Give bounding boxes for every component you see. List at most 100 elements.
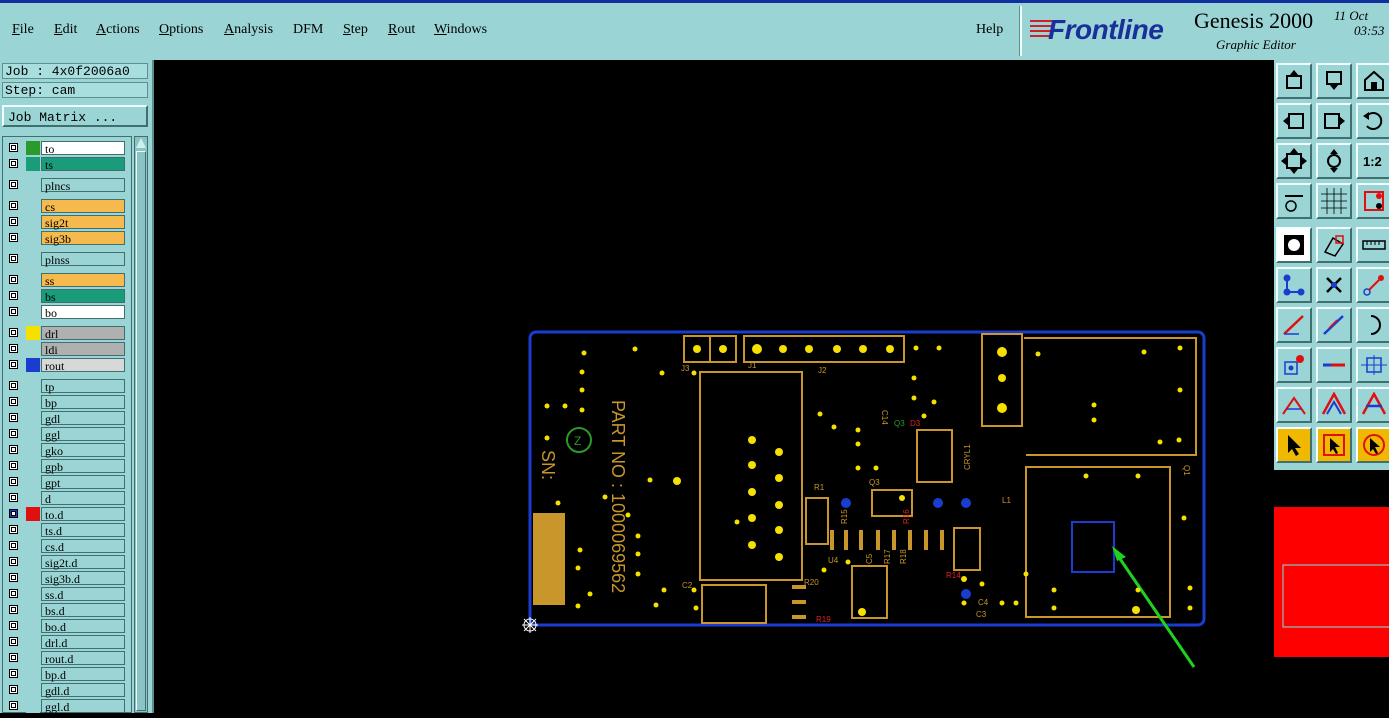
scroll-thumb[interactable] xyxy=(136,151,146,711)
layer-checkbox[interactable] xyxy=(9,159,18,168)
layer-color-swatch[interactable] xyxy=(26,395,40,409)
layer-checkbox[interactable] xyxy=(9,143,18,152)
layer-color-swatch[interactable] xyxy=(26,289,40,303)
layer-row-d[interactable]: d xyxy=(5,491,125,506)
layer-color-swatch[interactable] xyxy=(26,215,40,229)
pan-up-icon[interactable] xyxy=(1276,63,1312,99)
pointer-icon[interactable] xyxy=(1276,427,1312,463)
menu-dfm[interactable]: DFM xyxy=(293,22,323,38)
zoom-profile-icon[interactable] xyxy=(1316,143,1352,179)
menu-windows[interactable]: Windows xyxy=(434,22,487,38)
rect-icon[interactable] xyxy=(1356,347,1389,383)
layer-checkbox[interactable] xyxy=(9,525,18,534)
layer-checkbox[interactable] xyxy=(9,685,18,694)
layer-row-bp[interactable]: bp xyxy=(5,395,125,410)
layer-checkbox[interactable] xyxy=(9,217,18,226)
layer-checkbox[interactable] xyxy=(9,180,18,189)
layer-checkbox[interactable] xyxy=(9,461,18,470)
pan-right-icon[interactable] xyxy=(1316,103,1352,139)
layer-name[interactable]: bo.d xyxy=(41,619,125,634)
select-area-icon[interactable] xyxy=(1316,227,1352,263)
layer-checkbox[interactable] xyxy=(9,413,18,422)
home-icon[interactable] xyxy=(1356,63,1389,99)
overview-map[interactable] xyxy=(1274,470,1389,713)
pointer-circle-icon[interactable] xyxy=(1356,427,1389,463)
layer-checkbox[interactable] xyxy=(9,477,18,486)
zoom-fit-icon[interactable] xyxy=(1276,143,1312,179)
layer-row-gpt[interactable]: gpt xyxy=(5,475,125,490)
layer-color-swatch[interactable] xyxy=(26,555,40,569)
layer-name[interactable]: ggl xyxy=(41,427,125,442)
menu-options[interactable]: Options xyxy=(159,22,203,38)
layer-color-swatch[interactable] xyxy=(26,475,40,489)
layer-color-swatch[interactable] xyxy=(26,459,40,473)
layer-name[interactable]: gdl.d xyxy=(41,683,125,698)
layer-name[interactable]: to xyxy=(41,141,125,156)
connect-icon[interactable] xyxy=(1356,267,1389,303)
layer-name[interactable]: gko xyxy=(41,443,125,458)
layer-color-swatch[interactable] xyxy=(26,683,40,697)
layer-row-plnss[interactable]: plnss xyxy=(5,252,125,267)
layer-row-drl-d[interactable]: drl.d xyxy=(5,635,125,650)
layer-checkbox[interactable] xyxy=(9,291,18,300)
layer-color-swatch[interactable] xyxy=(26,252,40,266)
layer-checkbox[interactable] xyxy=(9,233,18,242)
layer-checkbox[interactable] xyxy=(9,669,18,678)
line-blue-icon[interactable] xyxy=(1316,307,1352,343)
layer-color-swatch[interactable] xyxy=(26,539,40,553)
layer-checkbox[interactable] xyxy=(9,397,18,406)
line-red-icon[interactable] xyxy=(1276,307,1312,343)
layer-name[interactable]: sig2t.d xyxy=(41,555,125,570)
grid-icon[interactable] xyxy=(1316,183,1352,219)
layer-color-swatch[interactable] xyxy=(26,619,40,633)
pointer-box-icon[interactable] xyxy=(1316,427,1352,463)
menu-help[interactable]: Help xyxy=(976,22,1003,38)
layer-color-swatch[interactable] xyxy=(26,667,40,681)
layer-name[interactable]: d xyxy=(41,491,125,506)
layer-checkbox[interactable] xyxy=(9,493,18,502)
pan-down-icon[interactable] xyxy=(1316,63,1352,99)
layer-color-swatch[interactable] xyxy=(26,379,40,393)
layer-row-drl[interactable]: drl xyxy=(5,326,125,341)
layer-row-plncs[interactable]: plncs xyxy=(5,178,125,193)
layer-row-sig2t[interactable]: sig2t xyxy=(5,215,125,230)
pan-left-icon[interactable] xyxy=(1276,103,1312,139)
delete-icon[interactable] xyxy=(1316,267,1352,303)
layer-name[interactable]: tp xyxy=(41,379,125,394)
layer-row-sig2t-d[interactable]: sig2t.d xyxy=(5,555,125,570)
layer-color-swatch[interactable] xyxy=(26,571,40,585)
ruler-icon[interactable] xyxy=(1356,227,1389,263)
layer-row-gdl[interactable]: gdl xyxy=(5,411,125,426)
layer-name[interactable]: ts xyxy=(41,157,125,172)
layer-color-swatch[interactable] xyxy=(26,231,40,245)
layer-row-gko[interactable]: gko xyxy=(5,443,125,458)
layer-checkbox[interactable] xyxy=(9,589,18,598)
graphic-canvas[interactable]: SN: PART NO : 1000069562 Z J3 J1 J2 C14 … xyxy=(154,60,1274,713)
layer-name[interactable]: gpb xyxy=(41,459,125,474)
menu-rout[interactable]: Rout xyxy=(388,22,415,38)
layer-row-rout[interactable]: rout xyxy=(5,358,125,373)
layer-name[interactable]: sig3b.d xyxy=(41,571,125,586)
layer-color-swatch[interactable] xyxy=(26,199,40,213)
layer-checkbox[interactable] xyxy=(9,605,18,614)
layer-row-ss-d[interactable]: ss.d xyxy=(5,587,125,602)
undo-view-icon[interactable] xyxy=(1356,103,1389,139)
layer-checkbox[interactable] xyxy=(9,307,18,316)
layer-row-cs[interactable]: cs xyxy=(5,199,125,214)
menu-analysis[interactable]: Analysis xyxy=(224,22,273,38)
layer-row-bs-d[interactable]: bs.d xyxy=(5,603,125,618)
layer-name[interactable]: bp.d xyxy=(41,667,125,682)
layer-checkbox[interactable] xyxy=(9,201,18,210)
measure-icon[interactable] xyxy=(1276,183,1312,219)
snap-icon[interactable] xyxy=(1356,183,1389,219)
layer-row-bs[interactable]: bs xyxy=(5,289,125,304)
triangle-blue-icon[interactable] xyxy=(1316,387,1352,423)
layer-color-swatch[interactable] xyxy=(26,178,40,192)
layer-row-sig3b[interactable]: sig3b xyxy=(5,231,125,246)
layer-list-scrollbar[interactable] xyxy=(134,136,148,713)
layer-checkbox[interactable] xyxy=(9,701,18,710)
layer-row-gdl-d[interactable]: gdl.d xyxy=(5,683,125,698)
layer-color-swatch[interactable] xyxy=(26,427,40,441)
layer-name[interactable]: gpt xyxy=(41,475,125,490)
layer-name[interactable]: ts.d xyxy=(41,523,125,538)
